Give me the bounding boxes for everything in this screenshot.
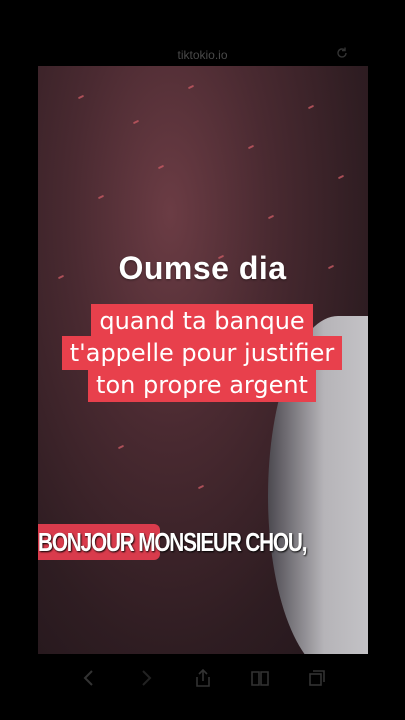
url-text: tiktokio.io <box>177 48 228 62</box>
browser-toolbar <box>0 660 405 696</box>
caption-line-1: quand ta banque <box>91 304 313 338</box>
video-title: Oumse dia <box>118 250 287 286</box>
bookmarks-icon[interactable] <box>248 666 272 690</box>
caption-block: quand ta banque t'appelle pour justifier… <box>52 304 352 402</box>
forward-icon[interactable] <box>134 666 158 690</box>
tabs-icon[interactable] <box>305 666 329 690</box>
caption-line-3: ton propre argent <box>88 368 316 402</box>
caption-line-2: t'appelle pour justifier <box>61 336 343 370</box>
subtitle: BONJOUR MONSIEUR CHOU, <box>38 520 368 564</box>
back-icon[interactable] <box>77 666 101 690</box>
share-icon[interactable] <box>191 666 215 690</box>
subtitle-text: BONJOUR MONSIEUR CHOU, <box>38 526 307 557</box>
reload-icon[interactable] <box>335 46 349 60</box>
browser-url-bar[interactable]: tiktokio.io <box>0 44 405 66</box>
